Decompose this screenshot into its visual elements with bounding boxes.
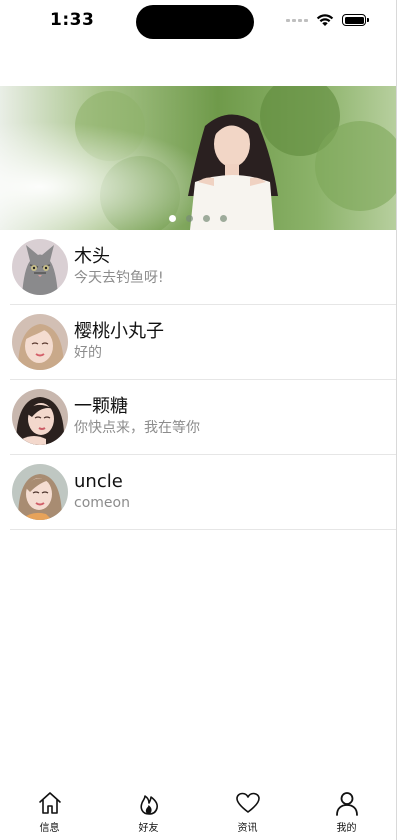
- battery-icon: [342, 14, 369, 26]
- carousel-dot[interactable]: [169, 215, 176, 222]
- home-icon: [38, 792, 61, 814]
- chat-last-message: 你快点来，我在等你: [74, 420, 200, 436]
- avatar-girl: [12, 314, 68, 370]
- chat-list-item[interactable]: uncle comeon: [10, 455, 396, 530]
- chat-last-message: comeon: [74, 495, 130, 511]
- chat-name: 一颗糖: [74, 396, 128, 417]
- chat-name: uncle: [74, 471, 123, 492]
- banner-photo: [0, 86, 396, 230]
- chat-text: 一颗糖 你快点来，我在等你: [74, 396, 200, 438]
- status-icons: [286, 13, 369, 27]
- banner-carousel[interactable]: [0, 86, 396, 230]
- chat-list: 木头 今天去钓鱼呀! 樱桃小丸子 好的 一颗糖 你快点来，我在等你 uncle …: [0, 230, 396, 530]
- tab-label: 好友: [138, 823, 159, 834]
- chat-list-item[interactable]: 木头 今天去钓鱼呀!: [10, 230, 396, 305]
- person-icon: [335, 792, 358, 816]
- window-edge: [396, 0, 406, 840]
- status-time: 1:33: [50, 10, 95, 30]
- tab-messages[interactable]: 信息: [0, 786, 99, 840]
- cellular-signal-icon: [286, 18, 308, 22]
- wifi-icon: [316, 14, 334, 26]
- chat-last-message: 今天去钓鱼呀!: [74, 270, 164, 286]
- chat-name: 樱桃小丸子: [74, 321, 164, 342]
- carousel-dot[interactable]: [186, 215, 193, 222]
- carousel-indicator[interactable]: [0, 215, 396, 222]
- tab-label: 信息: [39, 823, 60, 834]
- app-screen: 1:33 木头 今天去钓鱼呀! 樱桃小丸子 好的 一颗糖 你快点来，我在等你 u…: [0, 0, 406, 840]
- status-bar: 1:33: [0, 0, 406, 44]
- chat-last-message: 好的: [74, 345, 102, 361]
- flame-icon: [139, 795, 158, 815]
- chat-text: 樱桃小丸子 好的: [74, 321, 164, 363]
- tab-label: 资讯: [237, 823, 258, 834]
- chat-name: 木头: [74, 246, 110, 267]
- tab-profile[interactable]: 我的: [297, 786, 396, 840]
- tab-bar: 信息 好友 资讯 我的: [0, 786, 396, 840]
- tab-news[interactable]: 资讯: [198, 786, 297, 840]
- avatar-cat: [12, 239, 68, 295]
- tab-friends[interactable]: 好友: [99, 786, 198, 840]
- carousel-dot[interactable]: [220, 215, 227, 222]
- dynamic-island: [136, 5, 254, 39]
- chat-text: uncle comeon: [74, 471, 130, 513]
- chat-list-item[interactable]: 樱桃小丸子 好的: [10, 305, 396, 380]
- chat-list-item[interactable]: 一颗糖 你快点来，我在等你: [10, 380, 396, 455]
- avatar-girl: [12, 389, 68, 445]
- avatar-girl: [12, 464, 68, 520]
- carousel-dot[interactable]: [203, 215, 210, 222]
- tab-label: 我的: [336, 823, 357, 834]
- chat-text: 木头 今天去钓鱼呀!: [74, 246, 164, 288]
- heart-icon: [235, 792, 260, 813]
